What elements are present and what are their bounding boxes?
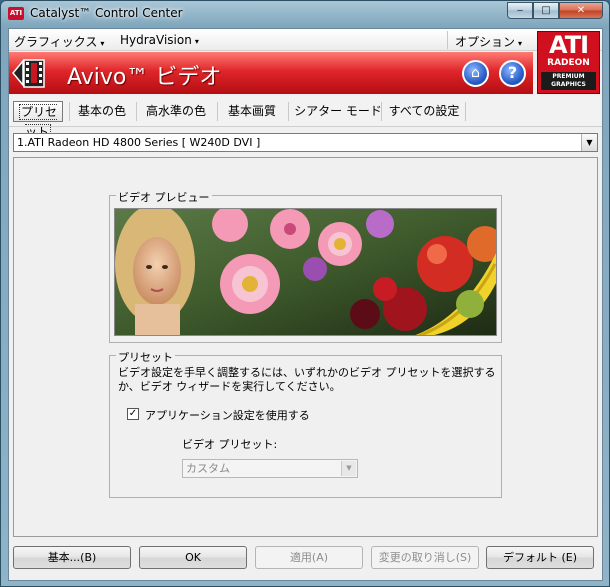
display-device-value: 1.ATI Radeon HD 4800 Series [ W240D DVI …	[17, 136, 261, 149]
menu-separator	[447, 31, 448, 49]
tab-all-settings[interactable]: すべての設定	[385, 101, 463, 122]
page-title: Avivo™ ビデオ	[67, 65, 222, 90]
logo-graphics-text: GRAPHICS	[551, 81, 586, 88]
ati-app-icon: ATI	[8, 7, 24, 20]
tab-theater-mode[interactable]: シアター モード	[292, 101, 384, 122]
menu-hydravision-label: HydraVision	[120, 33, 192, 47]
use-app-settings-label[interactable]: アプリケーション設定を使用する	[145, 407, 310, 423]
menu-options[interactable]: オプション ▾	[455, 33, 522, 50]
tab-bar: プリセット 基本の色 高水準の色 基本画質 シアター モード すべての設定	[9, 96, 602, 140]
app-window: ATI Catalyst™ Control Center ‒ □ ✕ グラフィッ…	[0, 0, 610, 587]
tab-basic-color[interactable]: 基本の色	[73, 101, 131, 122]
logo-premium-text: PREMIUM	[552, 73, 585, 80]
ok-button[interactable]: OK	[139, 546, 247, 569]
content-panel: ビデオ プレビュー プリセット ビデオ設定を手早く調整するには、いずれかのビデオ…	[13, 157, 598, 537]
tab-separator	[69, 102, 70, 121]
home-icon: ⌂	[471, 65, 480, 81]
basic-button[interactable]: 基本...(B)	[13, 546, 131, 569]
film-strip-icon	[12, 58, 45, 88]
tab-separator	[288, 102, 289, 121]
window-controls: ‒ □ ✕	[507, 2, 603, 19]
close-button[interactable]: ✕	[559, 2, 603, 19]
chevron-down-icon: ▾	[518, 39, 523, 48]
chevron-down-icon: ▾	[194, 37, 199, 46]
video-preview-image	[114, 208, 497, 336]
video-preset-select[interactable]: カスタム ▼	[182, 459, 358, 478]
default-button[interactable]: デフォルト (E)	[486, 546, 594, 569]
title-bar[interactable]: ATI Catalyst™ Control Center ‒ □ ✕	[1, 1, 609, 28]
preset-group: プリセット ビデオ設定を手早く調整するには、いずれかのビデオ プリセットを選択す…	[109, 349, 502, 498]
logo-premium-badge: PREMIUM GRAPHICS	[541, 72, 596, 90]
menu-bar: グラフィックス ▾ HydraVision ▾ オプション ▾	[9, 29, 602, 51]
button-row: 基本...(B) OK 適用(A) 変更の取り消し(S) デフォルト (E)	[9, 541, 602, 581]
video-preset-label: ビデオ プリセット:	[182, 438, 278, 451]
menu-graphics[interactable]: グラフィックス ▾	[14, 33, 104, 50]
video-preview-group: ビデオ プレビュー	[109, 189, 502, 343]
video-preview-legend: ビデオ プレビュー	[116, 189, 212, 205]
menu-graphics-label: グラフィックス	[14, 35, 98, 49]
tab-separator	[465, 102, 466, 121]
client-area: グラフィックス ▾ HydraVision ▾ オプション ▾ Avivo™ ビデオ	[8, 28, 603, 581]
help-icon: ?	[507, 63, 518, 82]
chevron-down-icon: ▾	[100, 39, 105, 48]
video-preset-value: カスタム	[186, 462, 230, 475]
ati-radeon-logo: ATI RADEON PREMIUM GRAPHICS	[537, 31, 600, 94]
preset-legend: プリセット	[116, 349, 175, 365]
display-device-select[interactable]: 1.ATI Radeon HD 4800 Series [ W240D DVI …	[13, 133, 598, 152]
tab-separator	[217, 102, 218, 121]
tab-basic-quality[interactable]: 基本画質	[221, 101, 283, 122]
menu-hydravision[interactable]: HydraVision ▾	[120, 33, 199, 47]
preview-photo	[115, 209, 496, 335]
tab-advanced-color[interactable]: 高水準の色	[140, 101, 212, 122]
discard-button[interactable]: 変更の取り消し(S)	[371, 546, 479, 569]
logo-radeon-text: RADEON	[547, 58, 590, 68]
tab-separator	[381, 102, 382, 121]
page-banner: Avivo™ ビデオ ⌂ ?	[9, 52, 533, 94]
preset-description: ビデオ設定を手早く調整するには、いずれかのビデオ プリセットを選択するか、ビデオ…	[118, 366, 496, 393]
home-button[interactable]: ⌂	[462, 60, 489, 87]
minimize-button[interactable]: ‒	[507, 2, 533, 19]
use-app-settings-checkbox[interactable]: ✓	[127, 408, 139, 420]
help-button[interactable]: ?	[499, 60, 526, 87]
logo-ati-text: ATI	[548, 31, 589, 59]
tab-presets[interactable]: プリセット	[13, 101, 63, 140]
apply-button[interactable]: 適用(A)	[255, 546, 363, 569]
menu-options-label: オプション	[455, 35, 516, 49]
window-title: Catalyst™ Control Center	[30, 6, 183, 20]
tab-separator	[136, 102, 137, 121]
dropdown-arrow-icon[interactable]: ▼	[581, 134, 597, 151]
dropdown-arrow-icon: ▼	[341, 461, 356, 476]
maximize-button[interactable]: □	[533, 2, 559, 19]
